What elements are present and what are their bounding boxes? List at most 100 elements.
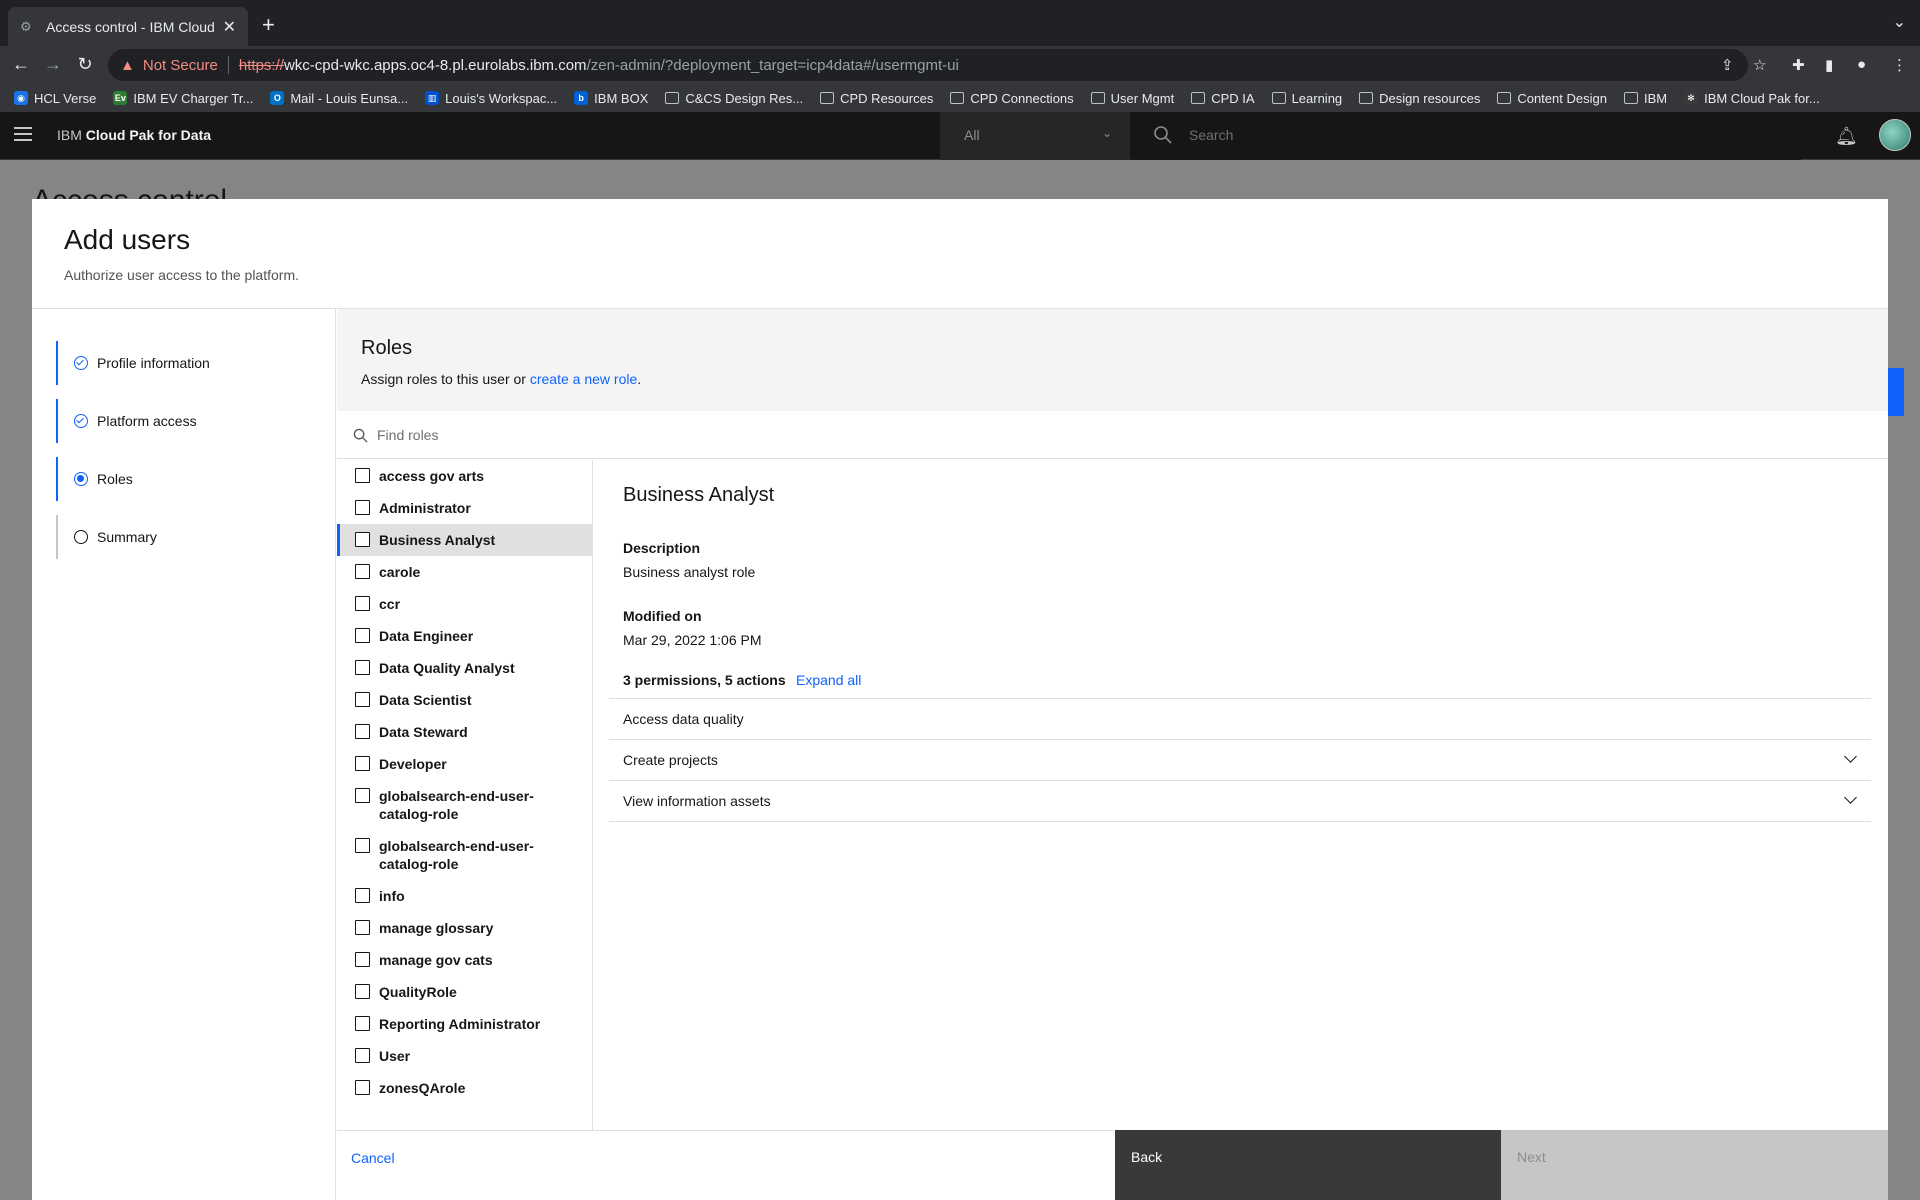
- bookmark-item[interactable]: ▥ Louis's Workspac...: [425, 91, 557, 106]
- forward-arrow-icon[interactable]: →: [42, 54, 64, 75]
- folder-icon: [950, 92, 965, 104]
- hamburger-menu-icon[interactable]: [14, 127, 32, 145]
- find-roles-input[interactable]: [377, 419, 1277, 451]
- bookmark-item[interactable]: ✻ IBM Cloud Pak for...: [1684, 91, 1820, 106]
- permission-access-data-quality: Access data quality: [609, 699, 1871, 740]
- role-list-item[interactable]: Reporting Administrator: [337, 1008, 592, 1040]
- role-checkbox[interactable]: [355, 888, 370, 903]
- role-list-item[interactable]: Developer: [337, 748, 592, 780]
- tab-title: Access control - IBM Cloud Pak for Data: [46, 18, 215, 35]
- bookmark-item[interactable]: Ev IBM EV Charger Tr...: [113, 91, 253, 106]
- cancel-button[interactable]: Cancel: [337, 1130, 1114, 1200]
- role-checkbox[interactable]: [355, 692, 370, 707]
- role-list-item[interactable]: carole: [337, 556, 592, 588]
- role-list-item[interactable]: globalsearch-end-user-catalog-role: [337, 830, 592, 880]
- address-bar[interactable]: ▲ Not Secure https:// wkc-cpd-wkc.apps.o…: [108, 49, 1748, 81]
- progress-indicator: Profile information Platform access Role…: [32, 309, 336, 1200]
- back-button[interactable]: Back: [1115, 1130, 1501, 1200]
- bookmark-star-icon[interactable]: ☆: [1753, 56, 1766, 74]
- bookmark-folder[interactable]: IBM: [1623, 91, 1667, 106]
- reload-icon[interactable]: ↻: [74, 54, 96, 75]
- bookmark-folder[interactable]: CPD Connections: [950, 91, 1074, 106]
- role-list-item[interactable]: info: [337, 880, 592, 912]
- role-list-item[interactable]: User: [337, 1040, 592, 1072]
- bookmark-folder[interactable]: Design resources: [1359, 91, 1480, 106]
- checkmark-circle-icon: [74, 356, 88, 370]
- role-label: zonesQArole: [379, 1080, 466, 1096]
- not-secure-label: Not Secure: [142, 56, 218, 74]
- role-checkbox[interactable]: [355, 756, 370, 771]
- new-tab-icon[interactable]: +: [262, 12, 275, 38]
- step-platform-access[interactable]: Platform access: [56, 399, 316, 443]
- global-search-input[interactable]: Search: [1131, 112, 1801, 160]
- step-roles[interactable]: Roles: [56, 457, 316, 501]
- back-arrow-icon[interactable]: ←: [10, 54, 32, 75]
- role-checkbox[interactable]: [355, 838, 370, 853]
- step-profile-information[interactable]: Profile information: [56, 341, 316, 385]
- bookmark-item[interactable]: O Mail - Louis Eunsa...: [270, 91, 408, 106]
- role-checkbox[interactable]: [355, 1048, 370, 1063]
- search-icon: [353, 428, 368, 443]
- role-checkbox[interactable]: [355, 468, 370, 483]
- role-checkbox[interactable]: [355, 984, 370, 999]
- role-checkbox[interactable]: [355, 952, 370, 967]
- bookmark-folder[interactable]: Content Design: [1497, 91, 1607, 106]
- role-checkbox[interactable]: [355, 1016, 370, 1031]
- role-list-item[interactable]: access gov arts: [337, 460, 592, 492]
- role-checkbox[interactable]: [355, 596, 370, 611]
- browser-menu-icon[interactable]: ⋮: [1892, 56, 1907, 74]
- role-checkbox[interactable]: [355, 788, 370, 803]
- permissions-accordion: Access data quality Create projects View…: [609, 698, 1871, 822]
- role-checkbox[interactable]: [355, 920, 370, 935]
- bookmark-folder[interactable]: Learning: [1271, 91, 1342, 106]
- role-list-item[interactable]: Data Steward: [337, 716, 592, 748]
- role-list-item[interactable]: zonesQArole: [337, 1072, 592, 1104]
- role-list-item[interactable]: manage glossary: [337, 912, 592, 944]
- role-list-item[interactable]: Data Quality Analyst: [337, 652, 592, 684]
- role-checkbox[interactable]: [355, 628, 370, 643]
- role-checkbox[interactable]: [355, 564, 370, 579]
- step-summary[interactable]: Summary: [56, 515, 316, 559]
- next-button[interactable]: Next: [1501, 1130, 1888, 1200]
- role-list-item[interactable]: manage gov cats: [337, 944, 592, 976]
- notification-bell-icon[interactable]: 🔔︎: [1835, 126, 1858, 147]
- role-list-item[interactable]: Data Engineer: [337, 620, 592, 652]
- role-list-item[interactable]: ccr: [337, 588, 592, 620]
- role-list-item[interactable]: Administrator: [337, 492, 592, 524]
- role-list: access gov arts Administrator Business Ana…: [337, 460, 593, 1130]
- role-list-item[interactable]: QualityRole: [337, 976, 592, 1008]
- expand-all-link[interactable]: Expand all: [796, 672, 861, 688]
- create-new-role-link[interactable]: create a new role: [530, 371, 637, 387]
- role-label: carole: [379, 564, 421, 580]
- side-panel-icon[interactable]: ▮: [1825, 56, 1833, 74]
- extensions-icon[interactable]: ✚: [1792, 56, 1805, 74]
- profile-icon[interactable]: ●: [1857, 56, 1866, 73]
- search-icon: [1154, 126, 1172, 144]
- role-label: globalsearch-end-user-catalog-role: [379, 838, 534, 872]
- search-scope-dropdown[interactable]: All ⌄: [940, 112, 1130, 160]
- browser-tab[interactable]: ⚙ Access control - IBM Cloud Pak for Dat…: [8, 7, 248, 46]
- role-checkbox[interactable]: [355, 1080, 370, 1095]
- product-name[interactable]: IBM Cloud Pak for Data: [57, 127, 211, 143]
- bookmark-folder[interactable]: CPD Resources: [820, 91, 933, 106]
- role-checkbox[interactable]: [355, 500, 370, 515]
- role-list-item[interactable]: Business Analyst: [337, 524, 592, 556]
- permission-view-information-assets[interactable]: View information assets: [609, 781, 1871, 822]
- tab-close-icon[interactable]: ✕: [223, 17, 236, 37]
- bookmark-folder[interactable]: C&CS Design Res...: [665, 91, 803, 106]
- bookmark-folder[interactable]: CPD IA: [1191, 91, 1255, 106]
- avatar[interactable]: [1879, 119, 1911, 151]
- role-list-item[interactable]: Data Scientist: [337, 684, 592, 716]
- role-checkbox[interactable]: [355, 660, 370, 675]
- permission-create-projects[interactable]: Create projects: [609, 740, 1871, 781]
- role-checkbox[interactable]: [355, 724, 370, 739]
- incomplete-step-icon: [74, 530, 88, 544]
- role-list-item[interactable]: globalsearch-end-user-catalog-role: [337, 780, 592, 830]
- bookmark-item[interactable]: b IBM BOX: [574, 91, 648, 106]
- bookmark-folder[interactable]: User Mgmt: [1090, 91, 1174, 106]
- role-label: info: [379, 888, 405, 904]
- tab-search-chevron-icon[interactable]: ⌄: [1893, 12, 1906, 32]
- share-icon[interactable]: ⇪: [1721, 56, 1734, 74]
- role-checkbox[interactable]: [355, 532, 370, 547]
- bookmark-item[interactable]: ◉ HCL Verse: [14, 91, 96, 106]
